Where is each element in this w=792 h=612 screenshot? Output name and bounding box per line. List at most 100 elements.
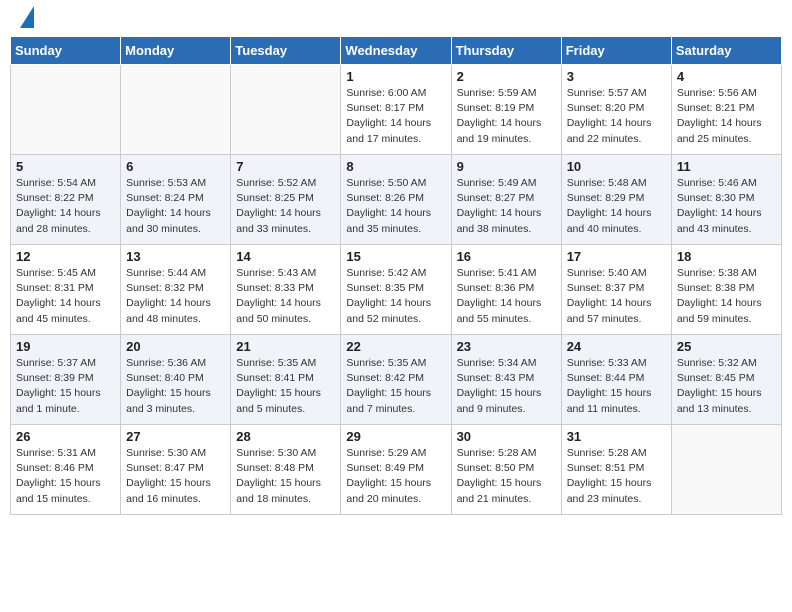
day-info: Sunrise: 5:37 AM Sunset: 8:39 PM Dayligh… <box>16 356 115 417</box>
day-number: 2 <box>457 69 556 84</box>
weekday-header-row: SundayMondayTuesdayWednesdayThursdayFrid… <box>11 37 782 65</box>
calendar-cell: 6 Sunrise: 5:53 AM Sunset: 8:24 PM Daylig… <box>121 155 231 245</box>
day-info: Sunrise: 5:30 AM Sunset: 8:47 PM Dayligh… <box>126 446 225 507</box>
day-info: Sunrise: 5:35 AM Sunset: 8:42 PM Dayligh… <box>346 356 445 417</box>
day-info: Sunrise: 5:53 AM Sunset: 8:24 PM Dayligh… <box>126 176 225 237</box>
day-number: 29 <box>346 429 445 444</box>
weekday-header-saturday: Saturday <box>671 37 781 65</box>
day-info: Sunrise: 5:56 AM Sunset: 8:21 PM Dayligh… <box>677 86 776 147</box>
calendar-cell: 26 Sunrise: 5:31 AM Sunset: 8:46 PM Dayli… <box>11 425 121 515</box>
calendar-week-4: 19 Sunrise: 5:37 AM Sunset: 8:39 PM Dayli… <box>11 335 782 425</box>
day-info: Sunrise: 5:32 AM Sunset: 8:45 PM Dayligh… <box>677 356 776 417</box>
day-info: Sunrise: 5:59 AM Sunset: 8:19 PM Dayligh… <box>457 86 556 147</box>
day-number: 30 <box>457 429 556 444</box>
calendar-cell: 13Sunrise: 5:44 AM Sunset: 8:32 PM Dayli… <box>121 245 231 335</box>
day-info: Sunrise: 5:33 AM Sunset: 8:44 PM Dayligh… <box>567 356 666 417</box>
calendar-cell: 7 Sunrise: 5:52 AM Sunset: 8:25 PM Daylig… <box>231 155 341 245</box>
calendar-body: 1 Sunrise: 6:00 AM Sunset: 8:17 PM Daylig… <box>11 65 782 515</box>
day-info: Sunrise: 5:31 AM Sunset: 8:46 PM Dayligh… <box>16 446 115 507</box>
logo <box>14 10 34 28</box>
day-info: Sunrise: 5:43 AM Sunset: 8:33 PM Dayligh… <box>236 266 335 327</box>
day-number: 8 <box>346 159 445 174</box>
calendar-week-5: 26 Sunrise: 5:31 AM Sunset: 8:46 PM Dayli… <box>11 425 782 515</box>
weekday-header-monday: Monday <box>121 37 231 65</box>
day-number: 23 <box>457 339 556 354</box>
calendar-cell: 9 Sunrise: 5:49 AM Sunset: 8:27 PM Daylig… <box>451 155 561 245</box>
calendar-cell: 11 Sunrise: 5:46 AM Sunset: 8:30 PM Dayli… <box>671 155 781 245</box>
calendar-cell: 10 Sunrise: 5:48 AM Sunset: 8:29 PM Dayli… <box>561 155 671 245</box>
day-number: 21 <box>236 339 335 354</box>
day-number: 10 <box>567 159 666 174</box>
calendar-week-1: 1 Sunrise: 6:00 AM Sunset: 8:17 PM Daylig… <box>11 65 782 155</box>
day-number: 13 <box>126 249 225 264</box>
day-info: Sunrise: 5:52 AM Sunset: 8:25 PM Dayligh… <box>236 176 335 237</box>
day-info: Sunrise: 6:00 AM Sunset: 8:17 PM Dayligh… <box>346 86 445 147</box>
day-number: 26 <box>16 429 115 444</box>
weekday-header-sunday: Sunday <box>11 37 121 65</box>
day-number: 24 <box>567 339 666 354</box>
calendar-cell: 23 Sunrise: 5:34 AM Sunset: 8:43 PM Dayli… <box>451 335 561 425</box>
day-number: 11 <box>677 159 776 174</box>
weekday-header-wednesday: Wednesday <box>341 37 451 65</box>
calendar-cell <box>671 425 781 515</box>
calendar-cell: 31Sunrise: 5:28 AM Sunset: 8:51 PM Dayli… <box>561 425 671 515</box>
day-number: 28 <box>236 429 335 444</box>
day-info: Sunrise: 5:46 AM Sunset: 8:30 PM Dayligh… <box>677 176 776 237</box>
calendar-cell: 4 Sunrise: 5:56 AM Sunset: 8:21 PM Daylig… <box>671 65 781 155</box>
day-number: 27 <box>126 429 225 444</box>
day-number: 7 <box>236 159 335 174</box>
day-info: Sunrise: 5:36 AM Sunset: 8:40 PM Dayligh… <box>126 356 225 417</box>
day-info: Sunrise: 5:42 AM Sunset: 8:35 PM Dayligh… <box>346 266 445 327</box>
day-info: Sunrise: 5:41 AM Sunset: 8:36 PM Dayligh… <box>457 266 556 327</box>
calendar-week-2: 5Sunrise: 5:54 AM Sunset: 8:22 PM Daylig… <box>11 155 782 245</box>
day-number: 20 <box>126 339 225 354</box>
calendar-cell: 22 Sunrise: 5:35 AM Sunset: 8:42 PM Dayli… <box>341 335 451 425</box>
day-number: 18 <box>677 249 776 264</box>
calendar-cell: 21 Sunrise: 5:35 AM Sunset: 8:41 PM Dayli… <box>231 335 341 425</box>
calendar-cell: 20 Sunrise: 5:36 AM Sunset: 8:40 PM Dayli… <box>121 335 231 425</box>
calendar-cell: 14 Sunrise: 5:43 AM Sunset: 8:33 PM Dayli… <box>231 245 341 335</box>
calendar-cell: 15 Sunrise: 5:42 AM Sunset: 8:35 PM Dayli… <box>341 245 451 335</box>
calendar-cell: 8 Sunrise: 5:50 AM Sunset: 8:26 PM Daylig… <box>341 155 451 245</box>
day-info: Sunrise: 5:30 AM Sunset: 8:48 PM Dayligh… <box>236 446 335 507</box>
calendar-cell: 18 Sunrise: 5:38 AM Sunset: 8:38 PM Dayli… <box>671 245 781 335</box>
day-number: 9 <box>457 159 556 174</box>
calendar-cell: 5Sunrise: 5:54 AM Sunset: 8:22 PM Daylig… <box>11 155 121 245</box>
calendar-cell: 25 Sunrise: 5:32 AM Sunset: 8:45 PM Dayli… <box>671 335 781 425</box>
day-number: 16 <box>457 249 556 264</box>
day-info: Sunrise: 5:35 AM Sunset: 8:41 PM Dayligh… <box>236 356 335 417</box>
calendar-week-3: 12Sunrise: 5:45 AM Sunset: 8:31 PM Dayli… <box>11 245 782 335</box>
calendar-cell: 1 Sunrise: 6:00 AM Sunset: 8:17 PM Daylig… <box>341 65 451 155</box>
day-info: Sunrise: 5:38 AM Sunset: 8:38 PM Dayligh… <box>677 266 776 327</box>
day-number: 15 <box>346 249 445 264</box>
day-info: Sunrise: 5:34 AM Sunset: 8:43 PM Dayligh… <box>457 356 556 417</box>
day-number: 4 <box>677 69 776 84</box>
day-info: Sunrise: 5:40 AM Sunset: 8:37 PM Dayligh… <box>567 266 666 327</box>
calendar-cell: 17Sunrise: 5:40 AM Sunset: 8:37 PM Dayli… <box>561 245 671 335</box>
day-info: Sunrise: 5:28 AM Sunset: 8:50 PM Dayligh… <box>457 446 556 507</box>
calendar-cell: 19 Sunrise: 5:37 AM Sunset: 8:39 PM Dayli… <box>11 335 121 425</box>
calendar-cell: 28 Sunrise: 5:30 AM Sunset: 8:48 PM Dayli… <box>231 425 341 515</box>
calendar-cell <box>231 65 341 155</box>
calendar-cell: 16 Sunrise: 5:41 AM Sunset: 8:36 PM Dayli… <box>451 245 561 335</box>
weekday-header-tuesday: Tuesday <box>231 37 341 65</box>
day-number: 1 <box>346 69 445 84</box>
day-number: 22 <box>346 339 445 354</box>
logo-triangle-icon <box>20 6 34 28</box>
day-number: 14 <box>236 249 335 264</box>
calendar-cell <box>121 65 231 155</box>
day-number: 6 <box>126 159 225 174</box>
day-info: Sunrise: 5:49 AM Sunset: 8:27 PM Dayligh… <box>457 176 556 237</box>
calendar-table: SundayMondayTuesdayWednesdayThursdayFrid… <box>10 36 782 515</box>
calendar-cell: 3Sunrise: 5:57 AM Sunset: 8:20 PM Daylig… <box>561 65 671 155</box>
day-number: 19 <box>16 339 115 354</box>
day-info: Sunrise: 5:50 AM Sunset: 8:26 PM Dayligh… <box>346 176 445 237</box>
calendar-cell: 24 Sunrise: 5:33 AM Sunset: 8:44 PM Dayli… <box>561 335 671 425</box>
day-number: 31 <box>567 429 666 444</box>
page-header <box>10 10 782 28</box>
calendar-cell: 30 Sunrise: 5:28 AM Sunset: 8:50 PM Dayli… <box>451 425 561 515</box>
day-info: Sunrise: 5:48 AM Sunset: 8:29 PM Dayligh… <box>567 176 666 237</box>
day-number: 25 <box>677 339 776 354</box>
day-info: Sunrise: 5:57 AM Sunset: 8:20 PM Dayligh… <box>567 86 666 147</box>
calendar-cell: 12Sunrise: 5:45 AM Sunset: 8:31 PM Dayli… <box>11 245 121 335</box>
